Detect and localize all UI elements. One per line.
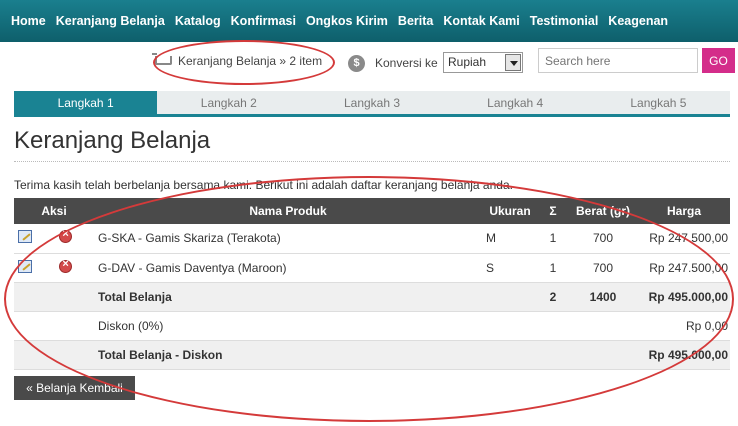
delete-icon[interactable] <box>59 258 73 273</box>
back-to-shopping-button[interactable]: « Belanja Kembali <box>14 376 135 400</box>
nav-konfirmasi[interactable]: Konfirmasi <box>231 14 296 28</box>
total-qty: 2 <box>538 282 568 312</box>
currency-icon: $ <box>348 55 365 72</box>
col-ukuran: Ukuran <box>482 198 538 224</box>
col-nama-produk: Nama Produk <box>94 198 482 224</box>
search-go-button[interactable]: GO <box>702 48 735 73</box>
col-harga: Harga <box>638 198 730 224</box>
col-berat: Berat (gr) <box>568 198 638 224</box>
nav-home[interactable]: Home <box>11 14 46 28</box>
product-name: G-SKA - Gamis Skariza (Terakota) <box>94 224 482 254</box>
chevron-down-icon[interactable] <box>505 54 521 71</box>
table-row: G-SKA - Gamis Skariza (Terakota) M 1 700… <box>14 224 730 254</box>
main-nav: Home Keranjang Belanja Katalog Konfirmas… <box>0 0 738 42</box>
cart-icon <box>152 53 172 69</box>
divider <box>14 161 730 162</box>
discount-price: Rp 0,00 <box>638 311 730 341</box>
nav-berita[interactable]: Berita <box>398 14 433 28</box>
currency-select[interactable]: Rupiah <box>443 52 523 73</box>
col-qty: Σ <box>538 198 568 224</box>
cart-summary[interactable]: Keranjang Belanja » 2 item <box>152 48 322 74</box>
nav-katalog[interactable]: Katalog <box>175 14 221 28</box>
product-weight: 700 <box>568 253 638 283</box>
product-size: S <box>482 253 538 283</box>
total-weight: 1400 <box>568 282 638 312</box>
cart-summary-text: Keranjang Belanja » 2 item <box>178 54 323 68</box>
nav-keagenan[interactable]: Keagenan <box>608 14 668 28</box>
product-qty: 1 <box>538 224 568 254</box>
search-input[interactable] <box>538 48 698 73</box>
checkout-steps: Langkah 1 Langkah 2 Langkah 3 Langkah 4 … <box>14 91 730 117</box>
product-name: G-DAV - Gamis Daventya (Maroon) <box>94 253 482 283</box>
nav-testimonial[interactable]: Testimonial <box>530 14 599 28</box>
page-title: Keranjang Belanja <box>14 127 211 154</box>
nav-keranjang-belanja[interactable]: Keranjang Belanja <box>56 14 165 28</box>
discount-label: Diskon (0%) <box>94 311 482 341</box>
edit-icon[interactable] <box>18 230 32 244</box>
intro-text: Terima kasih telah berbelanja bersama ka… <box>14 178 513 192</box>
product-size: M <box>482 224 538 254</box>
product-price: Rp 247.500,00 <box>638 253 730 283</box>
table-header: Aksi Nama Produk Ukuran Σ Berat (gr) Har… <box>14 198 730 224</box>
product-price: Rp 247.500,00 <box>638 224 730 254</box>
step-3[interactable]: Langkah 3 <box>300 91 443 114</box>
total-price: Rp 495.000,00 <box>638 282 730 312</box>
table-row: G-DAV - Gamis Daventya (Maroon) S 1 700 … <box>14 253 730 283</box>
discount-row: Diskon (0%) Rp 0,00 <box>14 311 730 341</box>
edit-icon[interactable] <box>18 259 32 273</box>
grand-total-price: Rp 495.000,00 <box>638 340 730 370</box>
grand-total-label: Total Belanja - Diskon <box>94 340 482 370</box>
grand-total-row: Total Belanja - Diskon Rp 495.000,00 <box>14 340 730 370</box>
nav-ongkos-kirim[interactable]: Ongkos Kirim <box>306 14 388 28</box>
step-5[interactable]: Langkah 5 <box>587 91 730 114</box>
cart-table: Aksi Nama Produk Ukuran Σ Berat (gr) Har… <box>14 198 730 370</box>
total-row: Total Belanja 2 1400 Rp 495.000,00 <box>14 282 730 312</box>
nav-kontak-kami[interactable]: Kontak Kami <box>443 14 519 28</box>
product-weight: 700 <box>568 224 638 254</box>
step-1[interactable]: Langkah 1 <box>14 91 158 114</box>
step-4[interactable]: Langkah 4 <box>444 91 587 114</box>
product-qty: 1 <box>538 253 568 283</box>
delete-icon[interactable] <box>59 228 73 244</box>
col-aksi: Aksi <box>14 198 94 224</box>
currency-label: Konversi ke <box>375 56 438 70</box>
currency-select-value: Rupiah <box>448 55 487 69</box>
total-label: Total Belanja <box>94 282 482 312</box>
step-2[interactable]: Langkah 2 <box>157 91 300 114</box>
